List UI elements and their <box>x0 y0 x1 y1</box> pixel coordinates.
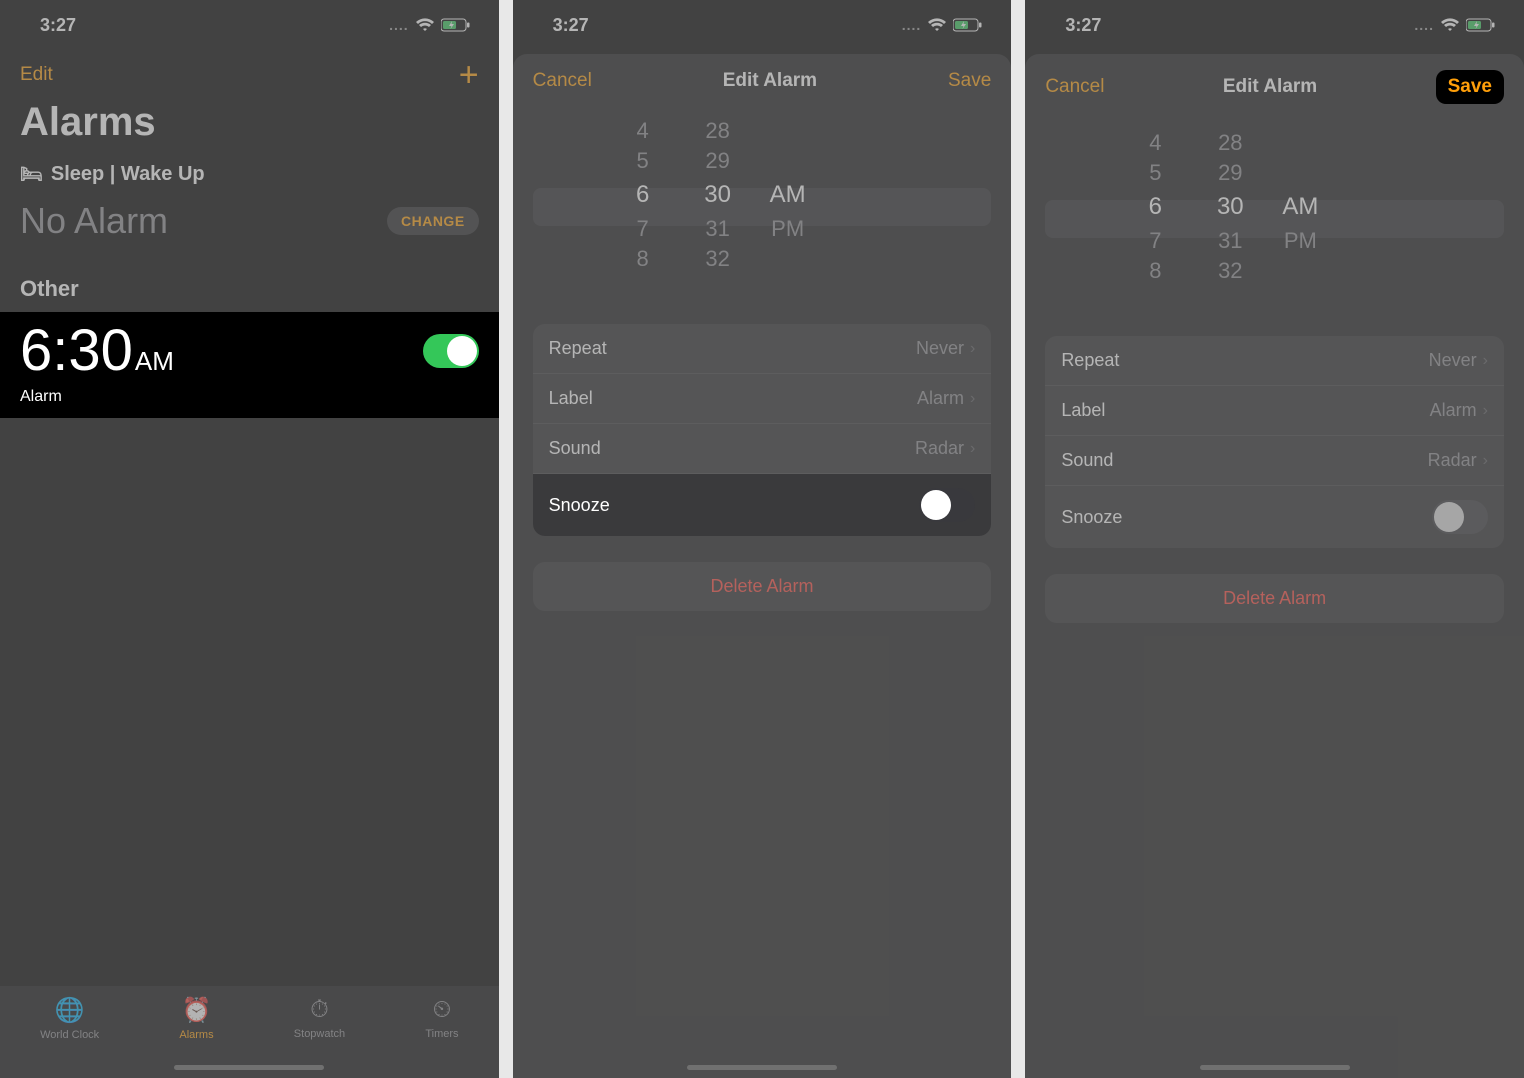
ampm-column[interactable]: . . AM PM . <box>763 116 813 296</box>
delete-alarm-button[interactable]: Delete Alarm <box>533 562 992 611</box>
phone-alarms-list: 3:27 .... Edit + Alarms 🛏 Sleep | Wake U… <box>0 0 499 1078</box>
globe-icon: 🌐 <box>55 996 85 1025</box>
battery-icon <box>441 18 471 32</box>
snooze-label: Snooze <box>549 495 610 516</box>
snooze-toggle[interactable] <box>1432 500 1488 534</box>
tab-label: Alarms <box>179 1029 213 1041</box>
cancel-button[interactable]: Cancel <box>1045 76 1104 98</box>
save-button[interactable]: Save <box>1448 76 1492 98</box>
label-row[interactable]: Label Alarm › <box>1045 386 1504 436</box>
time-picker[interactable]: 4 5 6 7 8 28 29 30 31 32 . . AM PM . <box>1045 128 1504 308</box>
time-picker[interactable]: 4 5 6 7 8 28 29 30 31 32 . . AM PM . <box>533 116 992 296</box>
status-bar: 3:27 .... <box>1025 0 1524 50</box>
cell-dots-icon: .... <box>1414 17 1434 33</box>
delete-alarm-button[interactable]: Delete Alarm <box>1045 574 1504 623</box>
repeat-label: Repeat <box>549 338 607 359</box>
sleep-section-header: 🛏 Sleep | Wake Up <box>0 163 499 194</box>
add-alarm-button[interactable]: + <box>459 58 479 92</box>
status-time: 3:27 <box>1065 15 1101 36</box>
chevron-right-icon: › <box>970 340 975 358</box>
wifi-icon <box>415 18 435 32</box>
chevron-right-icon: › <box>1483 452 1488 470</box>
status-time: 3:27 <box>40 15 76 36</box>
tab-label: World Clock <box>40 1029 99 1041</box>
battery-icon <box>1466 18 1496 32</box>
sound-row[interactable]: Sound Radar › <box>1045 436 1504 486</box>
label-value: Alarm <box>917 388 964 409</box>
snooze-row[interactable]: Snooze <box>533 474 992 536</box>
save-button-highlight: Save <box>1436 70 1504 104</box>
repeat-row[interactable]: Repeat Never › <box>533 324 992 374</box>
repeat-row[interactable]: Repeat Never › <box>1045 336 1504 386</box>
snooze-row[interactable]: Snooze <box>1045 486 1504 548</box>
cancel-button[interactable]: Cancel <box>533 70 592 92</box>
home-indicator[interactable] <box>687 1065 837 1070</box>
tab-label: Stopwatch <box>294 1028 345 1040</box>
alarm-time: 6:30 <box>20 322 133 380</box>
alarm-row[interactable]: 6:30 AM <box>0 312 499 394</box>
edit-button[interactable]: Edit <box>20 64 53 86</box>
snooze-label: Snooze <box>1061 507 1122 528</box>
other-section-header: Other <box>0 266 499 312</box>
chevron-right-icon: › <box>970 440 975 458</box>
sheet-title: Edit Alarm <box>723 70 817 92</box>
phone-edit-alarm-snooze: 3:27 .... Cancel Edit Alarm Save 4 5 6 7… <box>513 0 1012 1078</box>
wifi-icon <box>1440 18 1460 32</box>
sound-label: Sound <box>549 438 601 459</box>
sound-value: Radar <box>915 438 964 459</box>
cell-dots-icon: .... <box>389 17 409 33</box>
home-indicator[interactable] <box>1200 1065 1350 1070</box>
label-label: Label <box>1061 400 1105 421</box>
edit-alarm-sheet: Cancel Edit Alarm Save 4 5 6 7 8 28 29 3… <box>1025 54 1524 1078</box>
hour-column[interactable]: 4 5 6 7 8 <box>623 116 663 296</box>
bed-icon: 🛏 <box>20 164 43 185</box>
stopwatch-icon: ⏱ <box>310 996 329 1024</box>
wifi-icon <box>927 18 947 32</box>
change-button[interactable]: CHANGE <box>387 207 479 235</box>
timer-icon: ⏲ <box>433 996 452 1024</box>
no-alarm-text: No Alarm <box>20 200 168 242</box>
ampm-column[interactable]: . . AM PM . <box>1275 128 1325 308</box>
sound-value: Radar <box>1428 450 1477 471</box>
hour-column[interactable]: 4 5 6 7 8 <box>1135 128 1175 308</box>
sound-label: Sound <box>1061 450 1113 471</box>
tab-timers[interactable]: ⏲ Timers <box>425 996 458 1040</box>
alarm-clock-icon: ⏰ <box>182 996 212 1025</box>
home-indicator[interactable] <box>174 1065 324 1070</box>
alarm-toggle[interactable] <box>423 334 479 368</box>
alarm-label: Alarm <box>0 388 499 418</box>
snooze-toggle[interactable] <box>919 488 975 522</box>
alarm-settings-group: Repeat Never› Label Alarm› Sound Radar› … <box>1045 336 1504 548</box>
chevron-right-icon: › <box>1483 402 1488 420</box>
label-label: Label <box>549 388 593 409</box>
alarm-settings-group: Repeat Never› Label Alarm› Sound Radar› … <box>533 324 992 536</box>
edit-alarm-sheet: Cancel Edit Alarm Save 4 5 6 7 8 28 29 3… <box>513 54 1012 1078</box>
chevron-right-icon: › <box>970 390 975 408</box>
label-value: Alarm <box>1430 400 1477 421</box>
tab-world-clock[interactable]: 🌐 World Clock <box>40 996 99 1041</box>
tab-alarms[interactable]: ⏰ Alarms <box>179 996 213 1041</box>
phone-edit-alarm-save: 3:27 .... Cancel Edit Alarm Save 4 5 6 7… <box>1025 0 1524 1078</box>
repeat-value: Never <box>916 338 964 359</box>
status-time: 3:27 <box>553 15 589 36</box>
alarm-ampm: AM <box>135 346 174 377</box>
label-row[interactable]: Label Alarm › <box>533 374 992 424</box>
cell-dots-icon: .... <box>902 17 922 33</box>
status-bar: 3:27 .... <box>0 0 499 50</box>
status-bar: 3:27 .... <box>513 0 1012 50</box>
sound-row[interactable]: Sound Radar › <box>533 424 992 474</box>
tab-label: Timers <box>425 1028 458 1040</box>
tab-stopwatch[interactable]: ⏱ Stopwatch <box>294 996 345 1040</box>
battery-icon <box>953 18 983 32</box>
minute-column[interactable]: 28 29 30 31 32 <box>693 116 743 296</box>
repeat-label: Repeat <box>1061 350 1119 371</box>
sheet-title: Edit Alarm <box>1223 76 1317 98</box>
chevron-right-icon: › <box>1483 352 1488 370</box>
minute-column[interactable]: 28 29 30 31 32 <box>1205 128 1255 308</box>
sleep-section-label: Sleep | Wake Up <box>51 163 205 186</box>
page-title: Alarms <box>0 96 499 163</box>
repeat-value: Never <box>1429 350 1477 371</box>
save-button[interactable]: Save <box>948 70 991 92</box>
